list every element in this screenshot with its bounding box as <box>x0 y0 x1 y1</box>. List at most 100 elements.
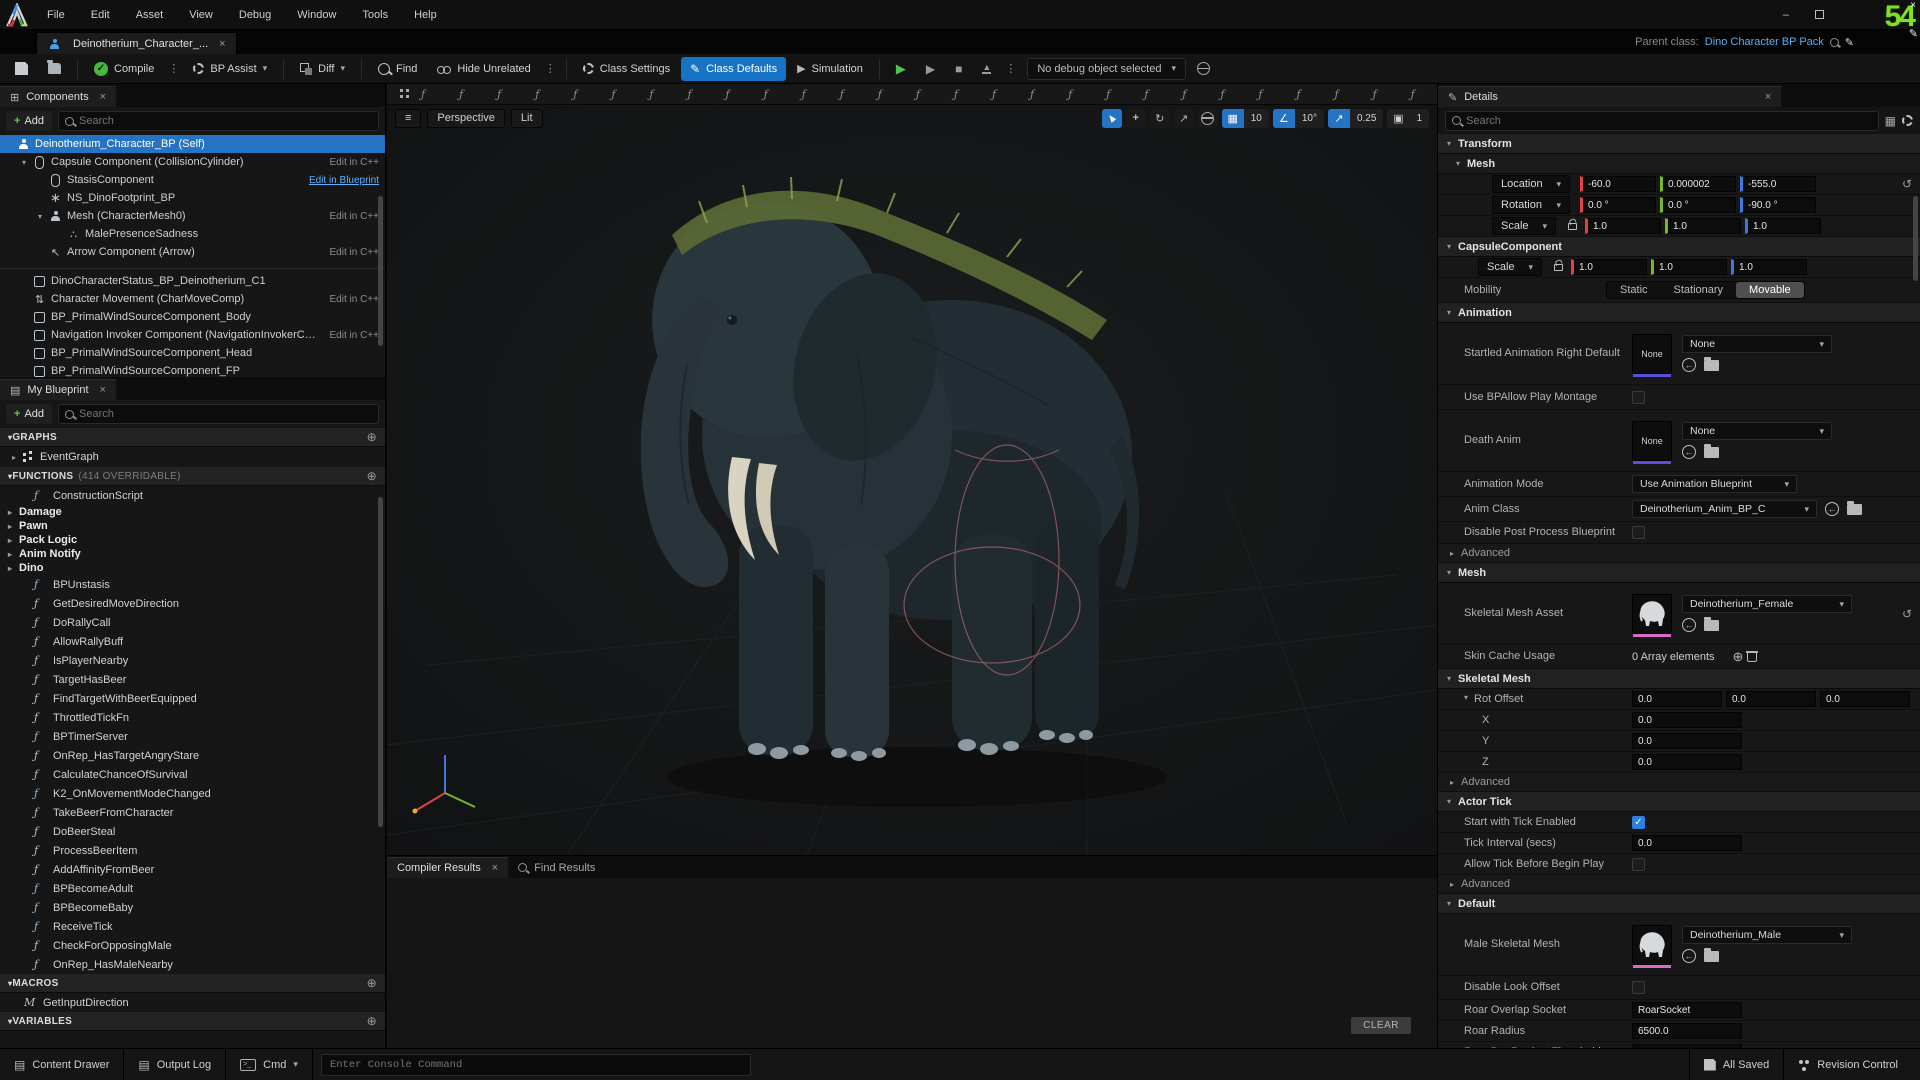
hide-unrelated-options-icon[interactable]: ⋮ <box>542 62 559 75</box>
functions-section-header[interactable]: ▾ FUNCTIONS (414 OVERRIDABLE) ⊕ <box>0 467 385 486</box>
capsule-scale-dropdown[interactable]: Scale ▾ <box>1478 258 1542 276</box>
component-row[interactable]: Navigation Invoker Component (Navigation… <box>0 326 385 344</box>
debug-object-select[interactable]: No debug object selected ▾ <box>1027 58 1186 80</box>
components-search-input[interactable] <box>79 115 372 127</box>
function-row[interactable]: ▸ ƒ K2_OnMovementModeChanged <box>0 784 385 803</box>
function-bookmark-icon[interactable]: ƒ <box>1411 88 1415 101</box>
find-button[interactable]: Find <box>369 57 426 81</box>
function-row[interactable]: ▸ ƒ Anim Notify <box>0 547 385 561</box>
anim-class-select[interactable]: Deinotherium_Anim_BP_C ▾ <box>1632 500 1817 518</box>
add-blueprint-item-button[interactable]: + Add <box>6 404 52 424</box>
start-tick-checkbox[interactable]: ✓ <box>1632 816 1645 829</box>
pencil-icon[interactable]: ✎ <box>1845 36 1854 49</box>
diff-button[interactable]: Diff ▾ <box>291 57 354 81</box>
skeletal-mesh-advanced-row[interactable]: ▸ Advanced <box>1438 773 1920 792</box>
restore-button[interactable] <box>1815 10 1824 19</box>
location-dropdown[interactable]: Location ▾ <box>1492 175 1570 193</box>
components-search[interactable] <box>58 111 379 131</box>
scale-snap-control[interactable]: ↗ 0.25 <box>1328 109 1383 128</box>
scale-z-field[interactable]: 1.0 <box>1745 218 1821 234</box>
menu-tools[interactable]: Tools <box>349 0 401 30</box>
component-row[interactable]: Arrow Component (Arrow) Edit in C++ <box>0 243 385 261</box>
function-row[interactable]: ▸ ƒ OnRep_HasMaleNearby <box>0 955 385 974</box>
function-bookmark-icon[interactable]: ƒ <box>1220 88 1224 101</box>
close-icon[interactable]: × <box>1910 1 1916 11</box>
startled-anim-select[interactable]: None ▾ <box>1682 335 1832 353</box>
scale-x-field[interactable]: 1.0 <box>1585 218 1661 234</box>
perspective-button[interactable]: Perspective <box>427 109 504 128</box>
bp-assist-button[interactable]: BP Assist ▾ <box>184 57 276 81</box>
function-bookmark-icon[interactable]: ƒ <box>421 88 425 101</box>
function-row[interactable]: ▸ ƒ IsPlayerNearby <box>0 651 385 670</box>
skeletal-mesh-thumbnail[interactable] <box>1632 594 1672 634</box>
axis-x-field[interactable]: 0.0 <box>1632 712 1742 728</box>
function-row[interactable]: ▸ ƒ AddAffinityFromBeer <box>0 860 385 879</box>
capsule-scale-y-field[interactable]: 1.0 <box>1651 259 1727 275</box>
function-row[interactable]: ▸ ƒ BPBecomeBaby <box>0 898 385 917</box>
function-bookmark-icon[interactable]: ƒ <box>649 88 653 101</box>
save-button[interactable] <box>6 57 37 81</box>
scale-dropdown[interactable]: Scale ▾ <box>1492 217 1556 235</box>
transform-mesh-subheader[interactable]: ▾ Mesh <box>1438 154 1920 174</box>
location-y-field[interactable]: 0.000002 <box>1660 176 1736 192</box>
edit-source-link[interactable]: Edit in C++ <box>322 157 379 168</box>
skeletal-mesh-section-header[interactable]: ▾ Skeletal Mesh <box>1438 669 1920 689</box>
add-array-element-icon[interactable]: ⊕ <box>1733 649 1744 665</box>
console-command-input[interactable] <box>330 1059 742 1071</box>
add-function-icon[interactable]: ⊕ <box>367 469 377 483</box>
function-bookmark-icon[interactable]: ƒ <box>535 88 539 101</box>
animation-advanced-row[interactable]: ▸ Advanced <box>1438 544 1920 563</box>
function-bookmark-icon[interactable]: ƒ <box>1296 88 1300 101</box>
function-bookmark-icon[interactable]: ƒ <box>611 88 615 101</box>
mesh-section-header[interactable]: ▾ Mesh <box>1438 563 1920 583</box>
browse-to-asset-icon[interactable] <box>1704 360 1719 371</box>
roar-overlap-socket-field[interactable]: RoarSocket <box>1632 1002 1742 1018</box>
death-anim-thumbnail[interactable]: None <box>1632 421 1672 461</box>
stop-button[interactable]: ■ <box>946 57 971 81</box>
class-defaults-button[interactable]: ✎ Class Defaults <box>681 57 786 81</box>
edit-source-link[interactable]: Edit in C++ <box>322 330 379 341</box>
lit-button[interactable]: Lit <box>511 109 543 128</box>
compile-options-icon[interactable]: ⋮ <box>165 62 182 75</box>
function-row[interactable]: ▸ ƒ BPTimerServer <box>0 727 385 746</box>
macro-row[interactable]: M GetInputDirection <box>0 993 385 1012</box>
play-options-icon[interactable]: ⋮ <box>1002 62 1019 75</box>
trash-icon[interactable] <box>1747 651 1757 662</box>
edit-source-link[interactable]: Edit in Blueprint <box>301 175 379 186</box>
play-button[interactable]: ▶ <box>887 57 915 81</box>
death-anim-select[interactable]: None ▾ <box>1682 422 1832 440</box>
component-row[interactable]: DinoCharacterStatus_BP_Deinotherium_C1 <box>0 272 385 290</box>
function-bookmark-icon[interactable]: ƒ <box>573 88 577 101</box>
component-row[interactable]: BP_PrimalWindSourceComponent_Body <box>0 308 385 326</box>
browse-to-asset-button[interactable] <box>39 57 70 81</box>
my-blueprint-search[interactable] <box>58 404 379 424</box>
my-blueprint-search-input[interactable] <box>79 408 372 420</box>
mobility-stationary-option[interactable]: Stationary <box>1661 282 1737 298</box>
function-row[interactable]: ▸ ƒ ConstructionScript <box>0 486 385 505</box>
console-command-input-wrap[interactable] <box>321 1054 751 1076</box>
actor-tick-advanced-row[interactable]: ▸ Advanced <box>1438 875 1920 894</box>
component-row[interactable]: NS_DinoFootprint_BP <box>0 189 385 207</box>
frame-skip-button[interactable]: ▶ <box>917 57 944 81</box>
animation-section-header[interactable]: ▾ Animation <box>1438 303 1920 323</box>
close-icon[interactable]: × <box>100 384 106 396</box>
disable-look-offset-checkbox[interactable] <box>1632 981 1645 994</box>
function-bookmark-icon[interactable]: ƒ <box>1068 88 1072 101</box>
scale-y-field[interactable]: 1.0 <box>1665 218 1741 234</box>
add-variable-icon[interactable]: ⊕ <box>367 1014 377 1028</box>
menu-file[interactable]: File <box>34 0 78 30</box>
component-row[interactable]: MalePresenceSadness <box>0 225 385 243</box>
browse-to-asset-icon[interactable] <box>1704 447 1719 458</box>
search-icon[interactable] <box>1830 38 1839 47</box>
event-graph-row[interactable]: ▸ EventGraph <box>0 447 385 467</box>
grid-dots-icon[interactable] <box>399 88 411 100</box>
function-row[interactable]: ▸ ƒ AllowRallyBuff <box>0 632 385 651</box>
use-bpallow-checkbox[interactable] <box>1632 391 1645 404</box>
details-search-input[interactable] <box>1466 115 1872 127</box>
skeletal-mesh-select[interactable]: Deinotherium_Female ▾ <box>1682 595 1852 613</box>
expand-arrow-icon[interactable]: ▸ <box>8 508 19 517</box>
display-options-icon[interactable]: ▦ <box>1885 114 1896 128</box>
rot-offset-y-field[interactable]: 0.0 <box>1726 691 1816 707</box>
clear-button[interactable]: CLEAR <box>1351 1017 1411 1034</box>
function-row[interactable]: ▸ ƒ Pack Logic <box>0 533 385 547</box>
